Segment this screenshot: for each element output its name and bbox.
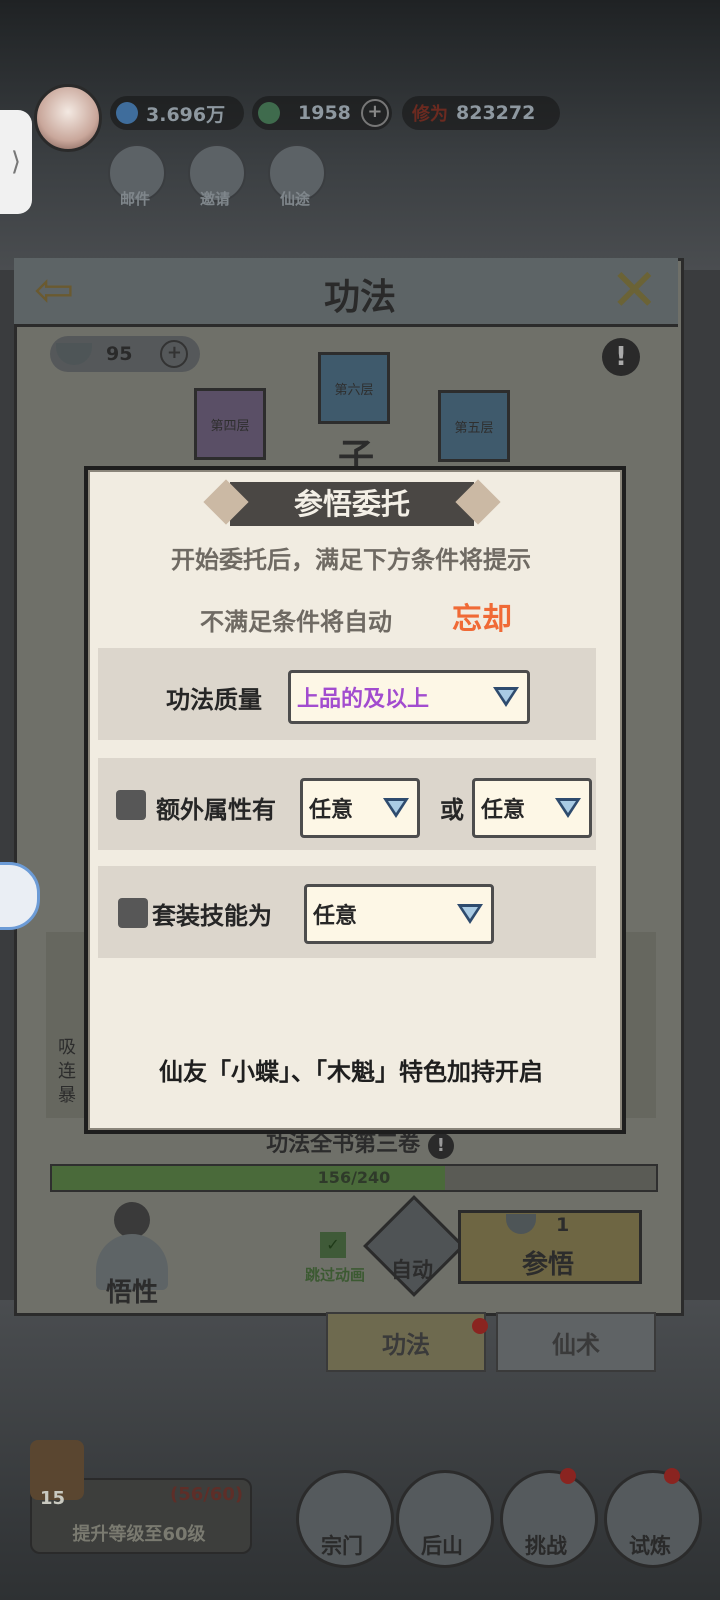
dropdown-arrow-icon: [383, 798, 409, 818]
chevron-right-icon: ⟩: [10, 147, 22, 177]
book-info-icon[interactable]: !: [427, 1133, 454, 1159]
dropdown-arrow-icon: [457, 904, 483, 924]
tab-xianshu[interactable]: 仙术: [496, 1312, 656, 1372]
jade-value: 1958: [298, 102, 351, 124]
resource-count: 95: [106, 343, 133, 365]
trial-notification-dot: [664, 1468, 680, 1484]
add-resource-button[interactable]: +: [160, 340, 189, 368]
comprehend-cost: 1: [556, 1214, 570, 1236]
cultivation-label: 修为: [412, 104, 448, 125]
jade-counter: 1958 +: [252, 96, 392, 130]
resource-chip: 95 +: [50, 336, 200, 372]
character-label: 悟性: [105, 1278, 158, 1308]
layer-4-label: 第四层: [210, 418, 250, 434]
tab-xianshu-label: 仙术: [552, 1330, 600, 1359]
side-attr-1: 吸: [58, 1037, 76, 1058]
top-background: [0, 0, 720, 270]
set-skill-value: 任意: [313, 904, 358, 929]
add-jade-button[interactable]: +: [360, 99, 389, 127]
spirit-stone-icon: [116, 102, 138, 124]
extra-attribute-label: 额外属性有: [156, 796, 276, 824]
companion-bonus-text: 仙友「小蝶」、「木魁」特色加持开启: [159, 1058, 543, 1086]
level-goal-text: 提升等级至60级: [72, 1524, 206, 1545]
set-skill-dropdown[interactable]: 任意: [304, 884, 494, 944]
tab-gongfa-label: 功法: [382, 1330, 430, 1359]
extra-attribute-dropdown-2[interactable]: 任意: [472, 778, 592, 838]
book-title-text: 功法全书第三卷: [266, 1132, 421, 1157]
cultivation-counter: 修为 823272: [402, 96, 560, 130]
comprehend-label: 参悟: [521, 1250, 574, 1280]
player-avatar[interactable]: [34, 84, 102, 152]
quality-label: 功法质量: [166, 686, 262, 714]
or-label: 或: [440, 796, 464, 824]
path-label: 仙途: [279, 190, 310, 208]
level-progress: (56/60): [170, 1484, 244, 1505]
tab-gongfa[interactable]: 功法: [326, 1312, 486, 1372]
set-skill-label: 套装技能为: [152, 902, 272, 930]
dialog-title: 参悟委托: [293, 487, 410, 521]
cultivation-value: 823272: [456, 102, 536, 124]
invite-label: 邀请: [199, 190, 230, 208]
forget-highlight: 忘却: [452, 602, 512, 637]
layer-5-label: 第五层: [454, 420, 494, 436]
progress-text: 156/240: [317, 1168, 391, 1187]
panel-title: 功法: [323, 277, 396, 318]
layer-4-book[interactable]: 第四层: [194, 388, 266, 460]
bowl-icon: [56, 343, 92, 365]
mail-label: 邮件: [119, 190, 150, 208]
book-progress-bar: 156/240: [50, 1164, 658, 1192]
extra-attribute-value-2: 任意: [481, 798, 526, 823]
auto-label: 自动: [391, 1258, 433, 1282]
close-icon[interactable]: ✕: [610, 261, 666, 319]
side-attr-text: 吸 连 暴: [58, 1036, 78, 1108]
extra-attribute-checkbox[interactable]: [116, 790, 146, 820]
dropdown-arrow-icon: [555, 798, 581, 818]
dialog-instruction-1: 开始委托后，满足下方条件将提示: [171, 546, 531, 574]
side-attr-2: 连: [58, 1061, 76, 1082]
dialog-instruction-2: 不满足条件将自动: [200, 608, 392, 636]
layer-6-label: 第六层: [334, 382, 374, 398]
dropdown-arrow-icon: [493, 687, 519, 707]
nav-trial-label: 试炼: [629, 1534, 671, 1558]
gongfa-notification-dot: [472, 1318, 488, 1334]
nav-sect-label: 宗门: [321, 1534, 363, 1558]
set-skill-checkbox[interactable]: [118, 898, 148, 928]
nav-mountain-label: 后山: [421, 1534, 463, 1558]
spirit-stone-value: 3.696万: [146, 103, 226, 126]
info-icon[interactable]: !: [602, 338, 640, 376]
side-attr-3: 暴: [58, 1085, 76, 1106]
back-arrow-icon[interactable]: ⇦: [34, 266, 104, 316]
quality-value: 上品的及以上: [297, 687, 430, 712]
quality-dropdown[interactable]: 上品的及以上: [288, 670, 530, 724]
layer-5-book[interactable]: 第五层: [438, 390, 510, 462]
challenge-notification-dot: [560, 1468, 576, 1484]
spirit-stone-counter: 3.696万: [110, 96, 244, 130]
extra-attribute-value-1: 任意: [309, 798, 354, 823]
level-number: 15: [40, 1488, 66, 1509]
nav-challenge-label: 挑战: [525, 1534, 567, 1558]
side-drawer-tab[interactable]: ⟩: [0, 110, 32, 214]
layer-6-book[interactable]: 第六层: [318, 352, 390, 424]
extra-attribute-dropdown-1[interactable]: 任意: [300, 778, 420, 838]
skip-animation-label: 跳过动画: [304, 1266, 365, 1284]
jade-icon: [258, 102, 280, 124]
skip-animation-checkbox[interactable]: ✓: [320, 1232, 346, 1258]
